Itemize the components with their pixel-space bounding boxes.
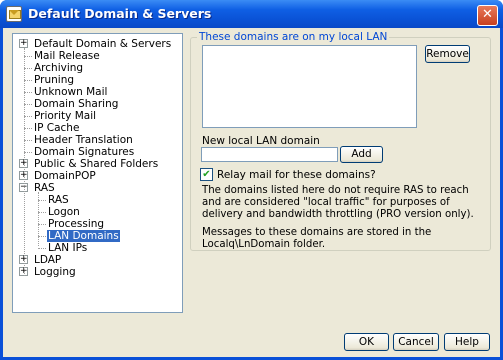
- tree-item-label: IP Cache: [34, 122, 80, 134]
- tree-connector: [24, 116, 32, 117]
- tree-item-label: Processing: [48, 218, 105, 230]
- add-button[interactable]: Add: [340, 146, 383, 163]
- tree-item-label: Logging: [34, 266, 76, 278]
- tree-item-label: RAS: [48, 194, 69, 206]
- tree-connector: [38, 212, 46, 213]
- help-button[interactable]: Help: [444, 333, 490, 351]
- group-title: These domains are on my local LAN: [197, 31, 390, 43]
- window-title: Default Domain & Servers: [28, 6, 212, 21]
- tree-connector: [24, 104, 32, 105]
- remove-button[interactable]: Remove: [425, 45, 470, 63]
- tree-item-label: Header Translation: [34, 134, 133, 146]
- tree-item-label: RAS: [34, 182, 55, 194]
- lan-domains-list[interactable]: [202, 45, 417, 128]
- ok-button[interactable]: OK: [344, 333, 389, 351]
- tree-item-label: Mail Release: [34, 50, 100, 62]
- tree-item-label: LAN Domains: [47, 230, 120, 242]
- navigation-tree[interactable]: Default Domain & Servers + Mail Release Arc…: [12, 33, 183, 313]
- new-domain-input[interactable]: [201, 147, 338, 162]
- close-button[interactable]: ✕: [477, 5, 498, 26]
- app-icon: [6, 6, 22, 22]
- tree-item-label: Domain Signatures: [34, 146, 135, 158]
- tree-item-label: Default Domain & Servers: [34, 38, 172, 50]
- tree-item-label: Logon: [48, 206, 80, 218]
- tree-connector: [38, 248, 46, 249]
- new-domain-label: New local LAN domain: [202, 135, 320, 147]
- cancel-button[interactable]: Cancel: [393, 333, 439, 351]
- tree-connector: [24, 128, 32, 129]
- tree-connector: [24, 152, 32, 153]
- title-bar[interactable]: Default Domain & Servers ✕: [0, 0, 503, 28]
- tree-connector: [38, 224, 46, 225]
- tree-item-label: Priority Mail: [34, 110, 97, 122]
- tree-connector: [24, 68, 32, 69]
- expand-icon[interactable]: +: [19, 39, 28, 48]
- tree-item-label: Domain Sharing: [34, 98, 119, 110]
- relay-checkbox[interactable]: ✔: [200, 168, 213, 181]
- tree-item-label: LAN IPs: [48, 242, 88, 254]
- tree-item-label: Archiving: [34, 62, 84, 74]
- tree-connector: [38, 200, 46, 201]
- tree-item-label: Pruning: [34, 74, 75, 86]
- tree-connector: [24, 80, 32, 81]
- tree-item-label: Public & Shared Folders: [34, 158, 159, 170]
- tree-item-label: LDAP: [34, 254, 62, 266]
- dialog-window: Default Domain & Servers ✕ Default Domai…: [0, 0, 503, 360]
- tree-connector: [38, 236, 46, 237]
- tree-connector: [24, 48, 25, 276]
- info-text: The domains listed here do not require R…: [202, 185, 474, 220]
- tree-connector: [24, 56, 32, 57]
- checkmark-icon: ✔: [202, 169, 211, 180]
- tree-item-label: DomainPOP: [34, 170, 96, 182]
- tree-item-label: Unknown Mail: [34, 86, 108, 98]
- tree-connector: [24, 92, 32, 93]
- tree-connector: [24, 140, 32, 141]
- tree-connector: [38, 192, 39, 246]
- dialog-body: Default Domain & Servers + Mail Release Arc…: [3, 28, 500, 357]
- storage-info-text: Messages to these domains are stored in …: [202, 227, 432, 250]
- relay-label: Relay mail for these domains?: [217, 169, 376, 181]
